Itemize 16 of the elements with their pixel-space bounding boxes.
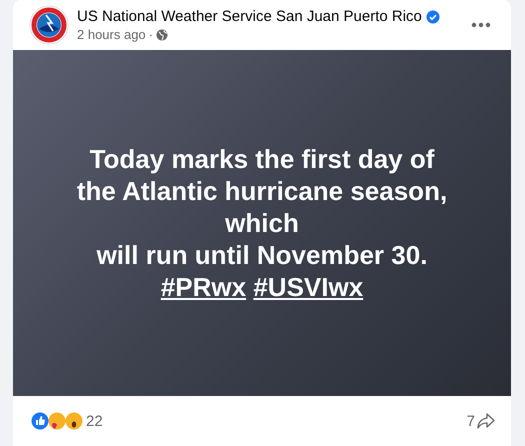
hashtag-link[interactable]: #USVIwx (253, 272, 364, 302)
like-reaction-icon[interactable] (31, 412, 49, 430)
globe-icon (156, 28, 168, 40)
reaction-count[interactable]: 22 (86, 412, 103, 430)
separator-dot: · (148, 27, 154, 42)
hashtag-link[interactable]: #PRwx (160, 272, 246, 302)
wow-reaction-icon[interactable] (65, 412, 83, 430)
share-arrow-icon[interactable] (477, 412, 495, 430)
post-image[interactable]: Today marks the first day of the Atlantic hurricane season, which will run until November 30. #PRwx #USVIwx (13, 50, 511, 396)
care-reaction-icon[interactable] (48, 412, 66, 430)
post-image-text: Today marks the first day of the Atlantic hurricane season, which will run until November 30. #PRwx #USVIwx (76, 143, 448, 303)
weather-logo-icon[interactable] (29, 5, 69, 45)
post-time-link[interactable]: 2 hours ago (77, 27, 146, 42)
share-count[interactable]: 7 (466, 412, 475, 430)
more-icon (471, 22, 491, 28)
page-name-link[interactable]: US National Weather Service San Juan Puerto Rico (77, 8, 422, 25)
